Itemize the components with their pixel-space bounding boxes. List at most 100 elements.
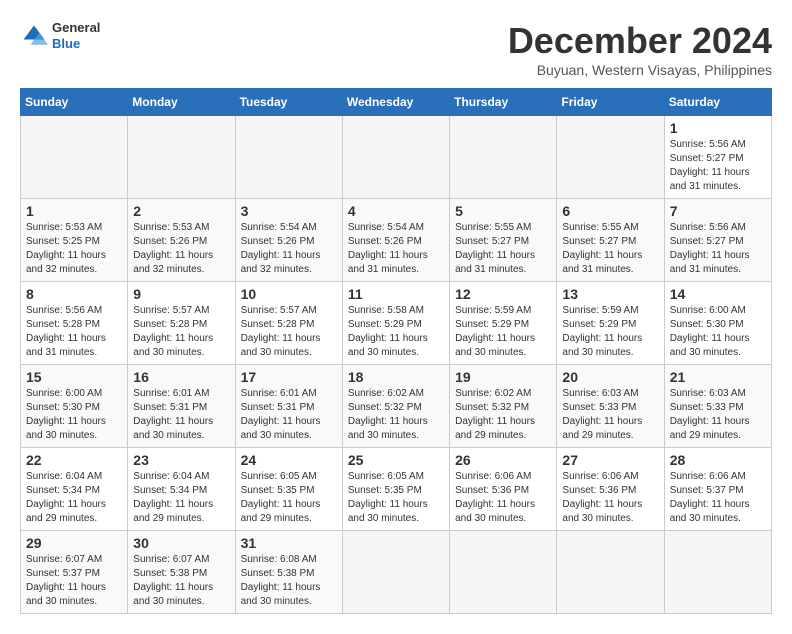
- day-number: 3: [241, 203, 337, 219]
- day-info: Sunrise: 6:07 AMSunset: 5:37 PMDaylight:…: [26, 554, 106, 607]
- day-number: 8: [26, 286, 122, 302]
- day-cell: 5 Sunrise: 5:55 AMSunset: 5:27 PMDayligh…: [450, 199, 557, 282]
- day-cell: [342, 531, 449, 614]
- day-cell: [342, 116, 449, 199]
- day-cell: [557, 116, 664, 199]
- day-info: Sunrise: 5:56 AMSunset: 5:28 PMDaylight:…: [26, 305, 106, 358]
- day-cell: 22 Sunrise: 6:04 AMSunset: 5:34 PMDaylig…: [21, 448, 128, 531]
- column-header-sunday: Sunday: [21, 89, 128, 116]
- column-header-thursday: Thursday: [450, 89, 557, 116]
- day-info: Sunrise: 5:56 AMSunset: 5:27 PMDaylight:…: [670, 222, 750, 275]
- day-info: Sunrise: 6:06 AMSunset: 5:36 PMDaylight:…: [562, 471, 642, 524]
- day-number: 23: [133, 452, 229, 468]
- day-number: 10: [241, 286, 337, 302]
- day-number: 17: [241, 369, 337, 385]
- day-cell: 12 Sunrise: 5:59 AMSunset: 5:29 PMDaylig…: [450, 282, 557, 365]
- day-number: 30: [133, 535, 229, 551]
- day-info: Sunrise: 6:07 AMSunset: 5:38 PMDaylight:…: [133, 554, 213, 607]
- day-info: Sunrise: 5:55 AMSunset: 5:27 PMDaylight:…: [562, 222, 642, 275]
- day-number: 20: [562, 369, 658, 385]
- day-cell: 28 Sunrise: 6:06 AMSunset: 5:37 PMDaylig…: [664, 448, 771, 531]
- day-number: 5: [455, 203, 551, 219]
- day-info: Sunrise: 6:06 AMSunset: 5:37 PMDaylight:…: [670, 471, 750, 524]
- day-info: Sunrise: 6:08 AMSunset: 5:38 PMDaylight:…: [241, 554, 321, 607]
- day-cell: [235, 116, 342, 199]
- day-cell: 27 Sunrise: 6:06 AMSunset: 5:36 PMDaylig…: [557, 448, 664, 531]
- day-number: 7: [670, 203, 766, 219]
- day-info: Sunrise: 6:05 AMSunset: 5:35 PMDaylight:…: [348, 471, 428, 524]
- day-info: Sunrise: 5:54 AMSunset: 5:26 PMDaylight:…: [241, 222, 321, 275]
- day-info: Sunrise: 6:03 AMSunset: 5:33 PMDaylight:…: [670, 388, 750, 441]
- day-cell: 2 Sunrise: 5:53 AMSunset: 5:26 PMDayligh…: [128, 199, 235, 282]
- day-info: Sunrise: 5:53 AMSunset: 5:25 PMDaylight:…: [26, 222, 106, 275]
- day-number: 21: [670, 369, 766, 385]
- day-info: Sunrise: 5:57 AMSunset: 5:28 PMDaylight:…: [133, 305, 213, 358]
- day-cell: 26 Sunrise: 6:06 AMSunset: 5:36 PMDaylig…: [450, 448, 557, 531]
- day-number: 24: [241, 452, 337, 468]
- day-number: 22: [26, 452, 122, 468]
- day-cell: 6 Sunrise: 5:55 AMSunset: 5:27 PMDayligh…: [557, 199, 664, 282]
- day-number: 2: [133, 203, 229, 219]
- logo-text: General Blue: [52, 20, 100, 51]
- calendar-table: SundayMondayTuesdayWednesdayThursdayFrid…: [20, 88, 772, 614]
- page-header: General Blue December 2024 Buyuan, Weste…: [20, 20, 772, 78]
- day-info: Sunrise: 5:55 AMSunset: 5:27 PMDaylight:…: [455, 222, 535, 275]
- day-cell: 24 Sunrise: 6:05 AMSunset: 5:35 PMDaylig…: [235, 448, 342, 531]
- day-info: Sunrise: 6:02 AMSunset: 5:32 PMDaylight:…: [455, 388, 535, 441]
- day-cell: 17 Sunrise: 6:01 AMSunset: 5:31 PMDaylig…: [235, 365, 342, 448]
- day-info: Sunrise: 5:59 AMSunset: 5:29 PMDaylight:…: [455, 305, 535, 358]
- column-header-tuesday: Tuesday: [235, 89, 342, 116]
- day-info: Sunrise: 5:57 AMSunset: 5:28 PMDaylight:…: [241, 305, 321, 358]
- week-row-5: 22 Sunrise: 6:04 AMSunset: 5:34 PMDaylig…: [21, 448, 772, 531]
- day-cell: 25 Sunrise: 6:05 AMSunset: 5:35 PMDaylig…: [342, 448, 449, 531]
- day-cell: 13 Sunrise: 5:59 AMSunset: 5:29 PMDaylig…: [557, 282, 664, 365]
- day-cell: 21 Sunrise: 6:03 AMSunset: 5:33 PMDaylig…: [664, 365, 771, 448]
- day-cell: 14 Sunrise: 6:00 AMSunset: 5:30 PMDaylig…: [664, 282, 771, 365]
- week-row-3: 8 Sunrise: 5:56 AMSunset: 5:28 PMDayligh…: [21, 282, 772, 365]
- week-row-1: 1 Sunrise: 5:56 AMSunset: 5:27 PMDayligh…: [21, 116, 772, 199]
- day-info: Sunrise: 6:04 AMSunset: 5:34 PMDaylight:…: [26, 471, 106, 524]
- day-number: 1: [26, 203, 122, 219]
- column-header-monday: Monday: [128, 89, 235, 116]
- day-cell: 11 Sunrise: 5:58 AMSunset: 5:29 PMDaylig…: [342, 282, 449, 365]
- day-info: Sunrise: 6:04 AMSunset: 5:34 PMDaylight:…: [133, 471, 213, 524]
- day-number: 12: [455, 286, 551, 302]
- day-info: Sunrise: 6:05 AMSunset: 5:35 PMDaylight:…: [241, 471, 321, 524]
- day-cell: 7 Sunrise: 5:56 AMSunset: 5:27 PMDayligh…: [664, 199, 771, 282]
- day-cell: 18 Sunrise: 6:02 AMSunset: 5:32 PMDaylig…: [342, 365, 449, 448]
- day-info: Sunrise: 5:54 AMSunset: 5:26 PMDaylight:…: [348, 222, 428, 275]
- day-cell: 9 Sunrise: 5:57 AMSunset: 5:28 PMDayligh…: [128, 282, 235, 365]
- column-header-saturday: Saturday: [664, 89, 771, 116]
- logo-icon: [20, 22, 48, 50]
- day-info: Sunrise: 5:58 AMSunset: 5:29 PMDaylight:…: [348, 305, 428, 358]
- day-cell: [450, 531, 557, 614]
- day-info: Sunrise: 6:06 AMSunset: 5:36 PMDaylight:…: [455, 471, 535, 524]
- column-header-friday: Friday: [557, 89, 664, 116]
- day-cell: 20 Sunrise: 6:03 AMSunset: 5:33 PMDaylig…: [557, 365, 664, 448]
- day-info: Sunrise: 5:59 AMSunset: 5:29 PMDaylight:…: [562, 305, 642, 358]
- day-cell: 3 Sunrise: 5:54 AMSunset: 5:26 PMDayligh…: [235, 199, 342, 282]
- week-row-2: 1 Sunrise: 5:53 AMSunset: 5:25 PMDayligh…: [21, 199, 772, 282]
- header-row: SundayMondayTuesdayWednesdayThursdayFrid…: [21, 89, 772, 116]
- day-cell: 31 Sunrise: 6:08 AMSunset: 5:38 PMDaylig…: [235, 531, 342, 614]
- week-row-4: 15 Sunrise: 6:00 AMSunset: 5:30 PMDaylig…: [21, 365, 772, 448]
- day-cell: [664, 531, 771, 614]
- logo-general: General: [52, 20, 100, 36]
- day-cell: 15 Sunrise: 6:00 AMSunset: 5:30 PMDaylig…: [21, 365, 128, 448]
- day-info: Sunrise: 6:01 AMSunset: 5:31 PMDaylight:…: [133, 388, 213, 441]
- day-cell: 23 Sunrise: 6:04 AMSunset: 5:34 PMDaylig…: [128, 448, 235, 531]
- day-cell: [128, 116, 235, 199]
- day-number: 19: [455, 369, 551, 385]
- day-cell: [21, 116, 128, 199]
- day-cell: 1 Sunrise: 5:56 AMSunset: 5:27 PMDayligh…: [664, 116, 771, 199]
- day-cell: [557, 531, 664, 614]
- day-cell: 19 Sunrise: 6:02 AMSunset: 5:32 PMDaylig…: [450, 365, 557, 448]
- day-number: 28: [670, 452, 766, 468]
- day-number: 25: [348, 452, 444, 468]
- day-number: 11: [348, 286, 444, 302]
- day-cell: 4 Sunrise: 5:54 AMSunset: 5:26 PMDayligh…: [342, 199, 449, 282]
- day-info: Sunrise: 6:02 AMSunset: 5:32 PMDaylight:…: [348, 388, 428, 441]
- day-info: Sunrise: 5:53 AMSunset: 5:26 PMDaylight:…: [133, 222, 213, 275]
- day-number: 9: [133, 286, 229, 302]
- title-area: December 2024 Buyuan, Western Visayas, P…: [508, 20, 772, 78]
